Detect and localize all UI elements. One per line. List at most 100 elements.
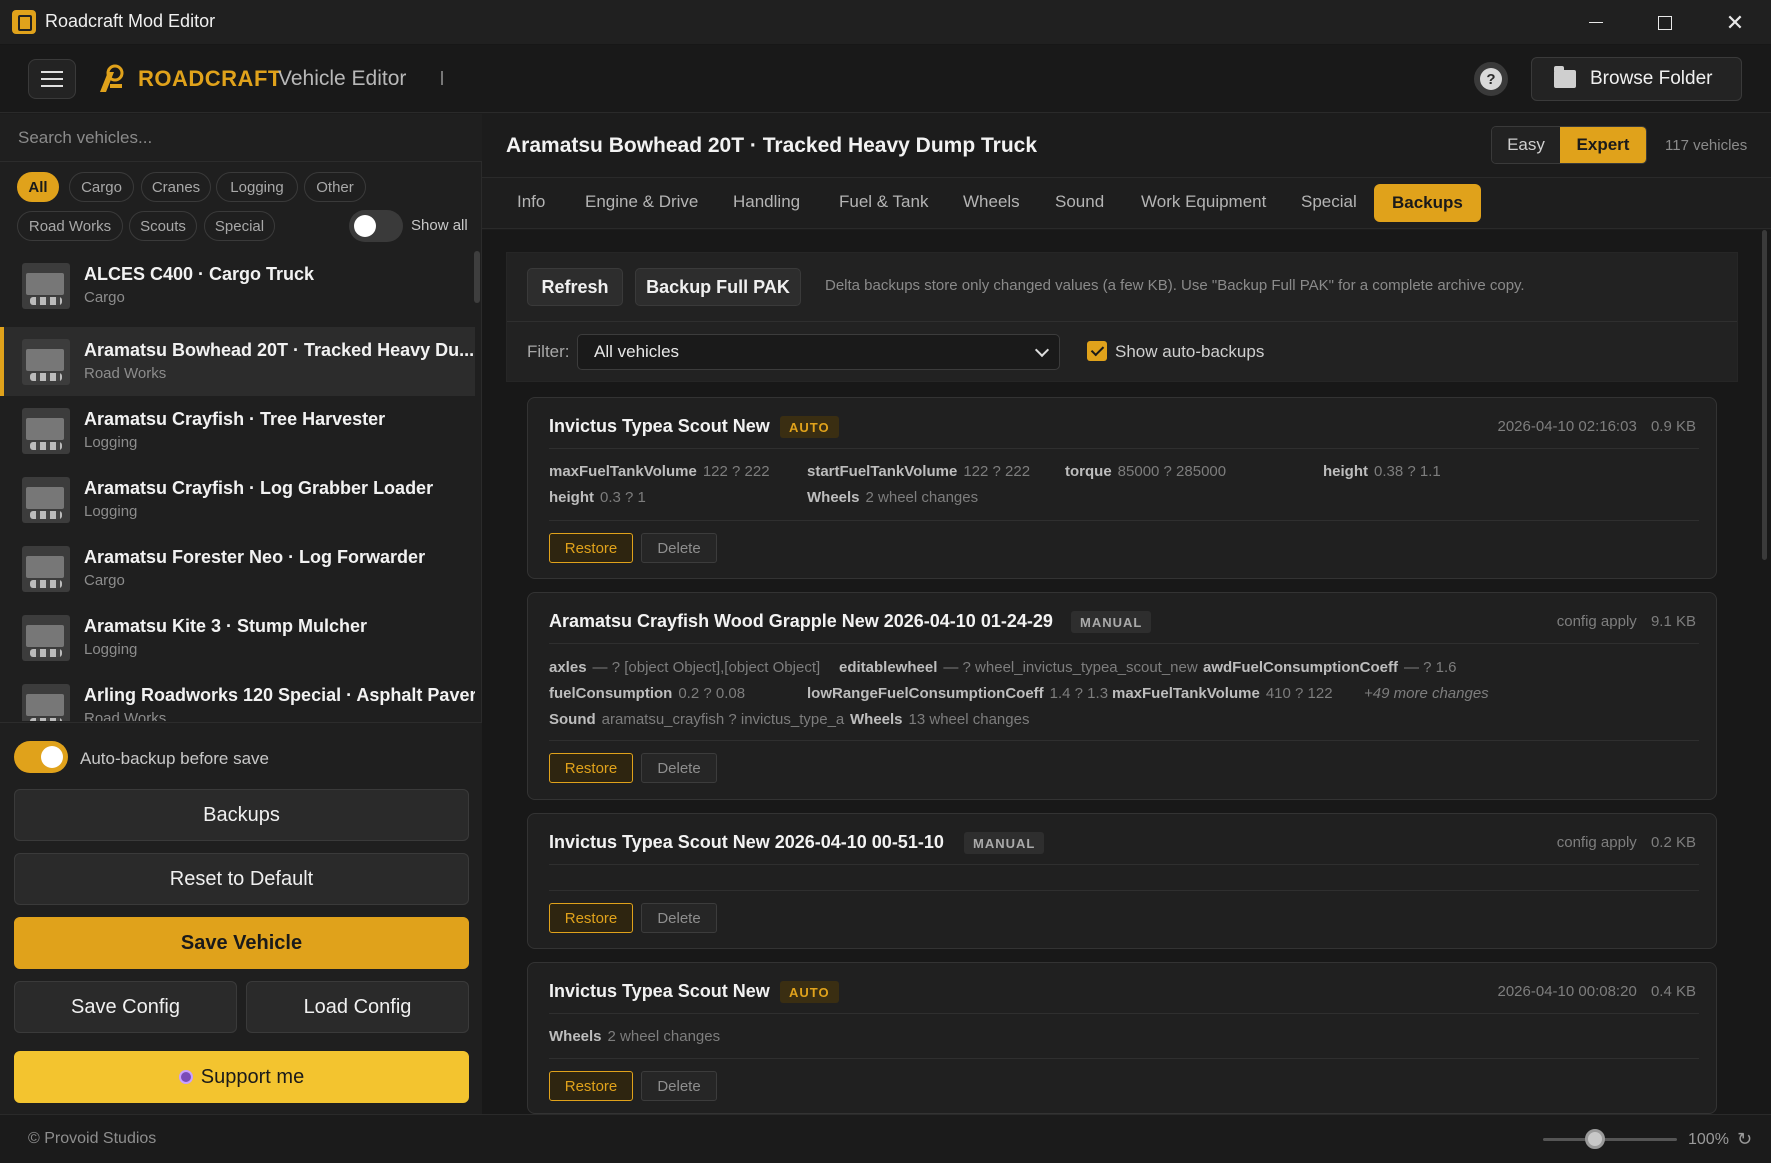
backup-change: axles — ? [object Object],[object Object]	[549, 659, 821, 676]
tab-backups[interactable]: Backups	[1374, 184, 1481, 222]
vehicle-thumbnail	[22, 546, 70, 592]
filter-chip-road-works[interactable]: Road Works	[17, 211, 123, 241]
filter-chip-scouts[interactable]: Scouts	[129, 211, 197, 241]
vehicle-category: Road Works	[84, 710, 167, 721]
vehicle-list: ALCES C400 · Cargo Truck Cargo Aramatsu …	[0, 251, 475, 721]
vehicle-category: Logging	[84, 434, 138, 451]
backup-badge: AUTO	[780, 416, 839, 438]
backups-button[interactable]: Backups	[14, 789, 469, 841]
app-icon	[12, 10, 36, 34]
tab-sound[interactable]: Sound	[1055, 192, 1104, 212]
backup-card: Invictus Typea Scout New 2026-04-10 00-5…	[527, 813, 1717, 949]
mode-switch: Easy Expert	[1491, 126, 1647, 164]
vehicle-name: Arling Roadworks 120 Special · Asphalt P…	[84, 685, 475, 705]
delete-button[interactable]: Delete	[641, 753, 717, 783]
refresh-button[interactable]: Refresh	[527, 268, 623, 306]
vehicle-name: Aramatsu Forester Neo · Log Forwarder	[84, 547, 426, 567]
auto-backup-toggle[interactable]	[14, 741, 68, 773]
minimize-button[interactable]	[1561, 0, 1631, 45]
browse-folder-label: Browse Folder	[1590, 68, 1713, 89]
vehicle-thumbnail	[22, 408, 70, 454]
save-vehicle-button[interactable]: Save Vehicle	[14, 917, 469, 969]
show-all-toggle[interactable]	[349, 210, 403, 242]
tab-wheels[interactable]: Wheels	[963, 192, 1020, 212]
zoom-slider-handle[interactable]	[1585, 1129, 1605, 1149]
tab-special[interactable]: Special	[1301, 192, 1357, 212]
mode-expert-button[interactable]: Expert	[1560, 127, 1646, 163]
restore-button[interactable]: Restore	[549, 753, 633, 783]
vehicle-list-item[interactable]: Aramatsu Kite 3 · Stump Mulcher Logging	[0, 603, 475, 672]
backup-full-pak-button[interactable]: Backup Full PAK	[635, 268, 801, 306]
delete-button[interactable]: Delete	[641, 533, 717, 563]
vehicle-list-item[interactable]: Aramatsu Forester Neo · Log Forwarder Ca…	[0, 534, 475, 603]
vehicle-list-item[interactable]: Arling Roadworks 120 Special · Asphalt P…	[0, 672, 475, 721]
tab-info[interactable]: Info	[517, 192, 545, 212]
maximize-icon	[1658, 15, 1672, 30]
support-icon	[178, 1070, 193, 1084]
vehicle-thumbnail	[22, 477, 70, 523]
vehicle-list-scrollbar[interactable]	[474, 251, 480, 303]
vehicle-name: Aramatsu Kite 3 · Stump Mulcher	[84, 616, 368, 636]
toolbar-divider	[507, 321, 1737, 322]
browse-folder-button[interactable]: Browse Folder	[1531, 57, 1742, 101]
filter-chip-cargo[interactable]: Cargo	[69, 172, 134, 202]
zoom-level: 100%	[1688, 1131, 1729, 1148]
maximize-button[interactable]	[1630, 0, 1700, 45]
zoom-reset-icon[interactable]: ↻	[1737, 1129, 1752, 1150]
backup-title: Invictus Typea Scout New	[549, 416, 770, 436]
backup-hint: Delta backups store only changed values …	[825, 277, 1525, 294]
menu-button[interactable]	[28, 59, 76, 99]
tab-handling[interactable]: Handling	[733, 192, 800, 212]
delete-button[interactable]: Delete	[641, 1071, 717, 1101]
close-button[interactable]: ✕	[1700, 0, 1770, 45]
support-me-button[interactable]: Support me	[14, 1051, 469, 1103]
vehicle-category: Road Works	[84, 365, 167, 382]
delete-button[interactable]: Delete	[641, 903, 717, 933]
restore-button[interactable]: Restore	[549, 533, 633, 563]
close-icon: ✕	[1725, 9, 1745, 35]
vehicle-thumbnail	[22, 339, 70, 385]
backup-title: Invictus Typea Scout New	[549, 981, 770, 1001]
chevron-down-icon	[1034, 342, 1050, 358]
search-input[interactable]	[18, 126, 458, 150]
content-scrollbar[interactable]	[1762, 230, 1767, 560]
save-config-button[interactable]: Save Config	[14, 981, 237, 1033]
vehicle-category: Cargo	[84, 572, 125, 589]
load-config-button[interactable]: Load Config	[246, 981, 469, 1033]
filter-chip-logging[interactable]: Logging	[216, 172, 298, 202]
status-bar	[0, 1114, 1771, 1163]
backup-date: 2026-04-10 00:08:20	[1497, 983, 1637, 1000]
vehicle-list-item-selected[interactable]: Aramatsu Bowhead 20T · Tracked Heavy Du.…	[0, 327, 475, 396]
vehicle-list-item[interactable]: Aramatsu Crayfish · Tree Harvester Loggi…	[0, 396, 475, 465]
vehicle-name: Aramatsu Bowhead 20T · Tracked Heavy Du.…	[84, 340, 475, 360]
reset-to-default-button[interactable]: Reset to Default	[14, 853, 469, 905]
vehicle-name: Aramatsu Crayfish · Log Grabber Loader	[84, 478, 434, 498]
help-button[interactable]: ?	[1474, 62, 1508, 96]
backup-change: height 0.3 ? 1	[549, 489, 646, 506]
zoom-slider-track[interactable]	[1543, 1138, 1677, 1141]
tab-engine-drive[interactable]: Engine & Drive	[585, 192, 698, 212]
restore-button[interactable]: Restore	[549, 1071, 633, 1101]
filter-select[interactable]: All vehicles	[577, 334, 1060, 370]
mode-easy-button[interactable]: Easy	[1492, 127, 1560, 163]
filter-chip-cranes[interactable]: Cranes	[141, 172, 211, 202]
vehicle-thumbnail	[22, 263, 70, 309]
tab-work-equipment[interactable]: Work Equipment	[1141, 192, 1266, 212]
backup-title: Invictus Typea Scout New 2026-04-10 00-5…	[549, 832, 944, 852]
filter-chip-other[interactable]: Other	[304, 172, 366, 202]
vehicle-list-item[interactable]: Aramatsu Crayfish · Log Grabber Loader L…	[0, 465, 475, 534]
show-auto-backups-checkbox[interactable]	[1087, 341, 1107, 361]
restore-button[interactable]: Restore	[549, 903, 633, 933]
backup-card: Invictus Typea Scout New AUTO 2026-04-10…	[527, 962, 1717, 1114]
show-all-label: Show all	[411, 217, 468, 234]
window-title: Roadcraft Mod Editor	[45, 11, 216, 31]
filter-chip-special[interactable]: Special	[204, 211, 275, 241]
backup-badge: AUTO	[780, 981, 839, 1003]
tab-fuel-tank[interactable]: Fuel & Tank	[839, 192, 928, 212]
more-changes: +49 more changes	[1364, 685, 1489, 702]
vehicle-list-item[interactable]: ALCES C400 · Cargo Truck Cargo	[0, 251, 475, 320]
vehicle-name: Aramatsu Crayfish · Tree Harvester	[84, 409, 386, 429]
backup-change: Wheels 2 wheel changes	[807, 489, 979, 506]
backup-change: maxFuelTankVolume 122 ? 222	[549, 463, 770, 480]
filter-chip-all[interactable]: All	[17, 172, 59, 202]
